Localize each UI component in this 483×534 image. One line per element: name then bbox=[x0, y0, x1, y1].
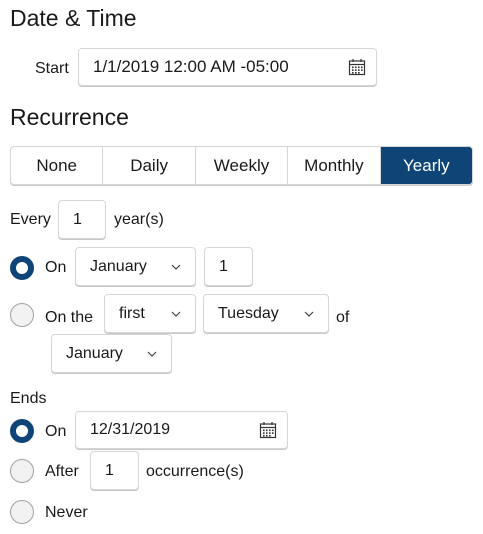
chevron-down-icon bbox=[171, 264, 181, 270]
ends-after-label: After bbox=[45, 463, 79, 480]
chevron-down-icon bbox=[147, 351, 157, 357]
ends-never-label: Never bbox=[45, 504, 88, 521]
ends-heading: Ends bbox=[10, 390, 47, 407]
on-month-value: January bbox=[90, 257, 147, 275]
start-label: Start bbox=[35, 60, 69, 77]
calendar-icon[interactable] bbox=[259, 421, 277, 439]
on-the-month-dropdown[interactable]: January bbox=[51, 334, 172, 373]
recurrence-heading: Recurrence bbox=[10, 104, 129, 130]
date-time-heading: Date & Time bbox=[10, 5, 137, 31]
end-date-value: 12/31/2019 bbox=[90, 421, 171, 438]
every-interval-value: 1 bbox=[73, 210, 82, 228]
occurrences-input[interactable]: 1 bbox=[90, 451, 139, 490]
calendar-icon[interactable] bbox=[348, 58, 366, 76]
every-unit-label: year(s) bbox=[114, 211, 164, 228]
recurrence-option-monthly[interactable]: Monthly bbox=[288, 147, 381, 184]
ends-on-label: On bbox=[45, 423, 67, 440]
on-month-dropdown[interactable]: January bbox=[75, 247, 196, 286]
chevron-down-icon bbox=[304, 311, 314, 317]
weekday-value: Tuesday bbox=[218, 304, 279, 322]
of-label: of bbox=[336, 309, 350, 326]
recurrence-option-daily[interactable]: Daily bbox=[103, 147, 196, 184]
recurrence-on-the-label: On the bbox=[45, 309, 94, 326]
recurrence-option-yearly[interactable]: Yearly bbox=[380, 147, 472, 184]
ends-never-radio[interactable] bbox=[10, 500, 34, 524]
occurrences-value: 1 bbox=[105, 461, 114, 479]
recurrence-on-the-radio[interactable] bbox=[10, 303, 34, 327]
occurrences-unit-label: occurrence(s) bbox=[146, 463, 244, 480]
start-datetime-value: 1/1/2019 12:00 AM -05:00 bbox=[93, 57, 289, 76]
ends-after-radio[interactable] bbox=[10, 459, 34, 483]
every-label: Every bbox=[10, 211, 51, 228]
start-datetime-picker[interactable]: 1/1/2019 12:00 AM -05:00 bbox=[78, 48, 377, 86]
on-the-month-value: January bbox=[66, 344, 123, 362]
on-day-input[interactable]: 1 bbox=[204, 247, 253, 286]
every-interval-input[interactable]: 1 bbox=[58, 200, 106, 239]
end-date-picker[interactable]: 12/31/2019 bbox=[75, 411, 288, 449]
recurrence-on-radio[interactable] bbox=[10, 256, 34, 280]
recurrence-segmented-control[interactable]: None Daily Weekly Monthly Yearly bbox=[10, 146, 473, 185]
ordinal-value: first bbox=[119, 304, 145, 322]
ends-on-radio[interactable] bbox=[10, 419, 34, 443]
chevron-down-icon bbox=[171, 311, 181, 317]
recurrence-on-label: On bbox=[45, 259, 67, 276]
weekday-dropdown[interactable]: Tuesday bbox=[203, 294, 329, 333]
recurrence-option-weekly[interactable]: Weekly bbox=[196, 147, 289, 184]
recurrence-option-none[interactable]: None bbox=[11, 147, 104, 184]
on-day-value: 1 bbox=[219, 257, 228, 275]
ordinal-dropdown[interactable]: first bbox=[104, 294, 196, 333]
